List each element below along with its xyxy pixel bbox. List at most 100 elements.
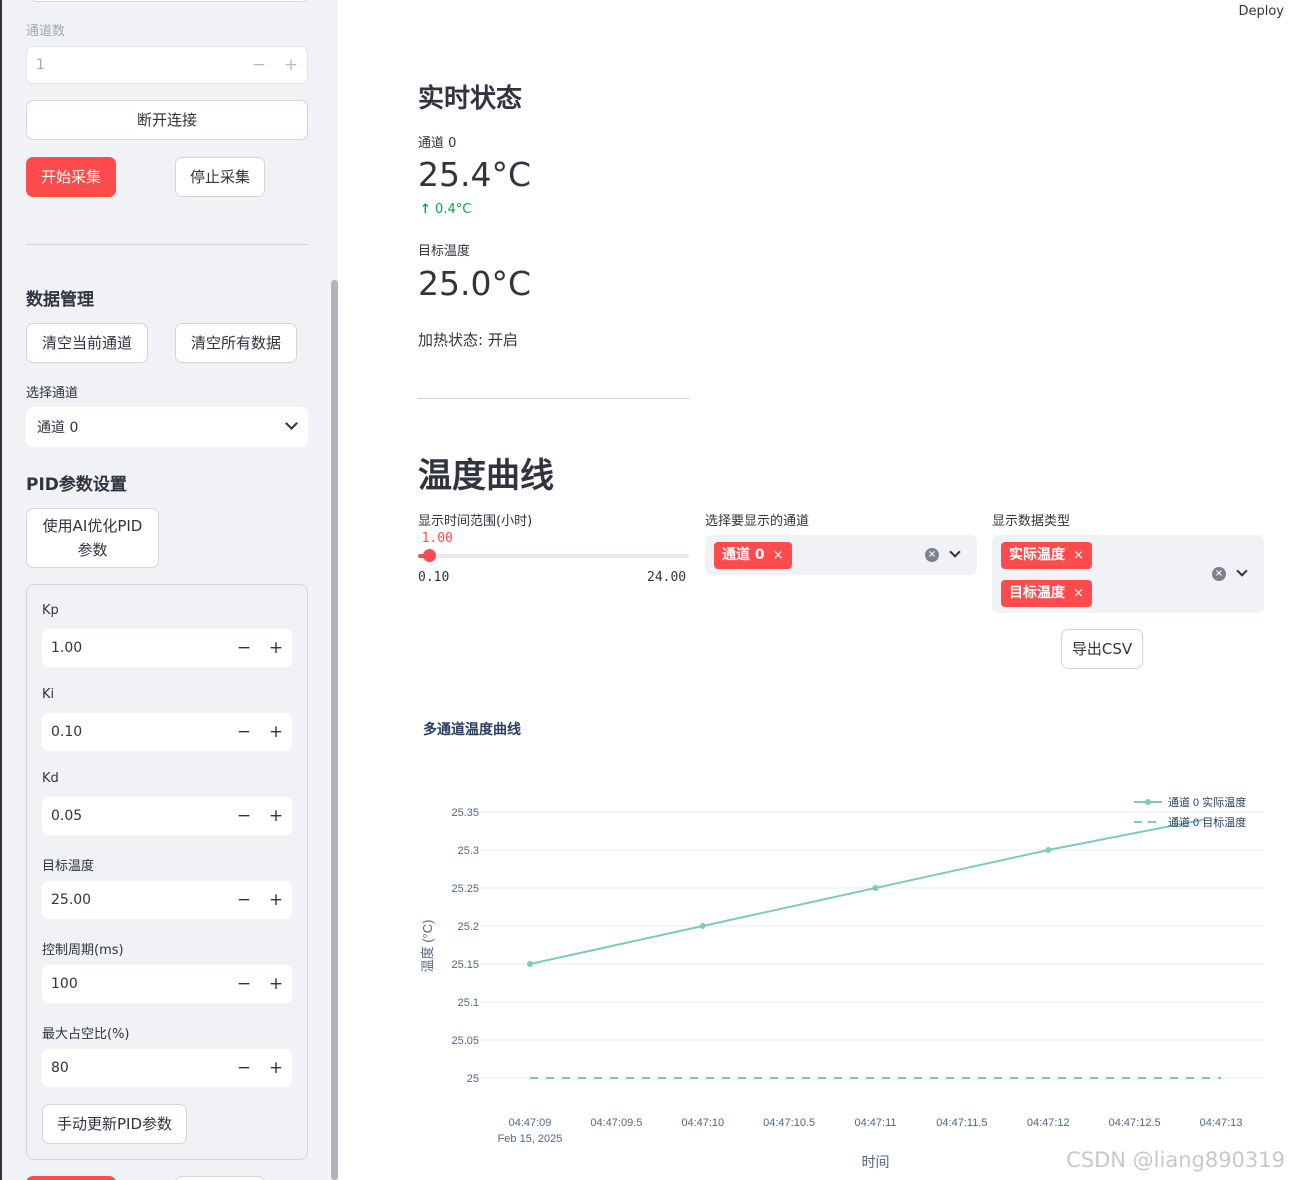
data-point [527, 961, 533, 967]
x-tick-label: 04:47:11.5 [936, 1117, 987, 1129]
data-point [699, 923, 706, 929]
time-range-slider-value: 1.00 [421, 531, 453, 546]
select-channel-dropdown[interactable]: 通道 0 [26, 407, 308, 447]
channel-metric-label: 通道 0 [418, 136, 457, 151]
channel-metric-delta-value: 0.4°C [435, 202, 472, 217]
stop-acquisition-button-repeat[interactable] [175, 1176, 265, 1180]
time-range-min: 0.10 [418, 570, 450, 585]
sidebar-divider [26, 244, 308, 245]
pid-field-input[interactable]: 100− + [42, 965, 292, 1003]
select-channel-label: 选择通道 [26, 386, 79, 401]
type-tag-target[interactable]: 目标温度 × [1001, 580, 1092, 607]
chevron-down-icon [285, 417, 298, 430]
data-management-title: 数据管理 [26, 290, 94, 310]
increment-button[interactable]: + [260, 638, 292, 658]
realtime-status-title: 实时状态 [418, 84, 523, 114]
channel-metric-delta: ↑ 0.4°C [420, 202, 471, 217]
increment-button[interactable]: + [260, 1058, 292, 1078]
clear-current-channel-button[interactable]: 清空当前通道 [26, 323, 148, 363]
temperature-chart: 25 25.05 25.1 25.15 25.2 25.25 25.3 25.35 04:47:… [420, 795, 1264, 1170]
pid-field-input[interactable]: 25.00− + [42, 881, 292, 919]
clear-all-icon[interactable]: × [1212, 567, 1226, 581]
pid-field-label: Ki [42, 687, 55, 702]
y-tick-label: 25.3 [458, 845, 479, 857]
increment-button[interactable]: + [260, 722, 292, 742]
y-tick-label: 25.25 [451, 883, 479, 895]
start-acquisition-button[interactable]: 开始采集 [26, 157, 116, 197]
channel-tag-label: 通道 0 [722, 547, 765, 563]
x-tick-sublabel: Feb 15, 2025 [498, 1133, 563, 1145]
pid-field-input[interactable]: 1.00− + [42, 629, 292, 667]
close-icon[interactable]: × [773, 542, 784, 569]
x-tick-label: 04:47:09 [509, 1117, 552, 1129]
time-range-slider-thumb[interactable] [422, 549, 436, 562]
decrement-button[interactable]: − [228, 1058, 260, 1078]
decrement-button[interactable]: − [228, 722, 260, 742]
decrement-button[interactable]: − [228, 974, 260, 994]
x-tick-label: 04:47:11 [854, 1117, 896, 1129]
display-channels-multiselect[interactable]: 通道 0 × × [705, 535, 977, 575]
chevron-down-icon[interactable] [949, 546, 961, 558]
pid-field-label: Kp [42, 603, 59, 618]
x-tick-label: 04:47:12 [1027, 1117, 1070, 1129]
channels-count-input: 1 − + [26, 46, 308, 84]
pid-field-label: Kd [42, 771, 59, 786]
pid-field-label: 控制周期(ms) [42, 943, 124, 958]
target-metric-label: 目标温度 [418, 244, 471, 259]
start-acquisition-button-repeat[interactable] [26, 1176, 116, 1180]
time-range-slider-track[interactable] [418, 554, 689, 558]
legend-marker [1145, 799, 1151, 805]
arrow-up-icon: ↑ [420, 202, 431, 217]
chevron-down-icon[interactable] [1236, 565, 1248, 577]
increment-button[interactable]: + [260, 890, 292, 910]
deploy-button[interactable]: Deploy [1238, 4, 1284, 19]
pid-field-input[interactable]: 0.10− + [42, 713, 292, 751]
sidebar-scrollbar[interactable] [331, 280, 338, 1180]
select-channel-value: 通道 0 [37, 420, 79, 436]
pid-field-input[interactable]: 80− + [42, 1049, 292, 1087]
sidebar: 通道数 1 − + 断开连接 开始采集 停止采集 数据管理 清空当前通道 清空所… [0, 0, 338, 1180]
y-tick-label: 25.2 [458, 921, 479, 933]
pid-field-value[interactable]: 0.05 [42, 808, 228, 824]
decrement-button[interactable]: − [228, 638, 260, 658]
channels-count-value: 1 [36, 57, 45, 73]
export-csv-button[interactable]: 导出CSV [1061, 629, 1143, 669]
type-tag-target-label: 目标温度 [1009, 585, 1065, 601]
increment-button[interactable]: + [260, 974, 292, 994]
display-types-multiselect[interactable]: 实际温度 × 目标温度 × × [992, 535, 1264, 613]
target-metric-value: 25.0°C [418, 264, 532, 303]
sidebar-top-fragment [28, 0, 310, 2]
pid-settings-title: PID参数设置 [26, 475, 127, 495]
y-tick-label: 25.1 [458, 997, 479, 1009]
stop-acquisition-button[interactable]: 停止采集 [175, 157, 265, 197]
ai-optimize-pid-button[interactable]: 使用AI优化PID参数 [26, 508, 159, 568]
channels-increment-button: + [283, 55, 299, 75]
decrement-button[interactable]: − [228, 806, 260, 826]
clear-all-data-button[interactable]: 清空所有数据 [175, 323, 297, 363]
pid-field-value[interactable]: 100 [42, 976, 228, 992]
pid-field-label: 最大占空比(%) [42, 1027, 130, 1042]
heating-status-text: 加热状态: 开启 [418, 331, 518, 349]
type-tag-actual[interactable]: 实际温度 × [1001, 542, 1092, 569]
decrement-button[interactable]: − [228, 890, 260, 910]
channels-count-label: 通道数 [26, 24, 66, 39]
temperature-curve-title: 温度曲线 [418, 456, 554, 496]
pid-field-value[interactable]: 1.00 [42, 640, 228, 656]
pid-field-value[interactable]: 80 [42, 1060, 228, 1076]
close-icon[interactable]: × [1073, 542, 1084, 569]
x-tick-label: 04:47:13 [1200, 1117, 1243, 1129]
disconnect-button[interactable]: 断开连接 [26, 100, 308, 140]
y-tick-label: 25.05 [451, 1035, 479, 1047]
increment-button[interactable]: + [260, 806, 292, 826]
channel-tag[interactable]: 通道 0 × [714, 542, 792, 569]
pid-field-input[interactable]: 0.05− + [42, 797, 292, 835]
x-axis-label: 时间 [862, 1154, 890, 1170]
manual-update-pid-button[interactable]: 手动更新PID参数 [42, 1104, 187, 1144]
data-point [1045, 847, 1052, 853]
pid-field-label: 目标温度 [42, 859, 95, 874]
close-icon[interactable]: × [1073, 580, 1084, 607]
clear-all-icon[interactable]: × [925, 548, 939, 562]
pid-field-value[interactable]: 25.00 [42, 892, 228, 908]
y-axis-label: 温度 (°C) [420, 920, 435, 973]
pid-field-value[interactable]: 0.10 [42, 724, 228, 740]
